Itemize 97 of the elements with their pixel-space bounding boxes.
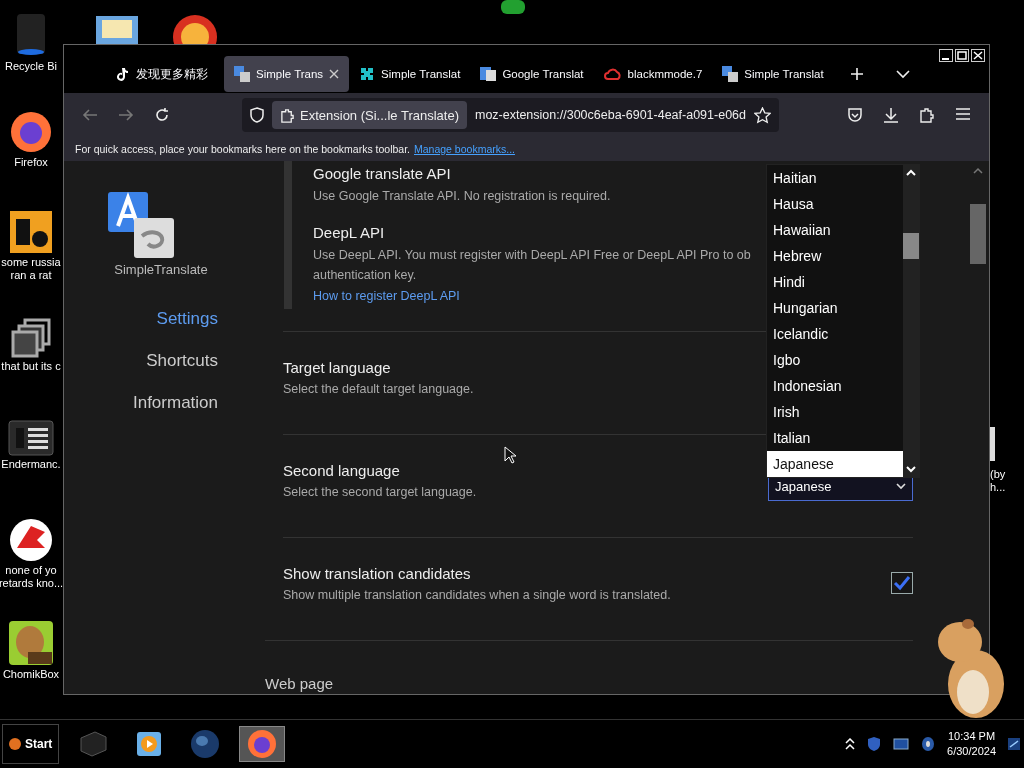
- forward-icon[interactable]: [118, 108, 134, 122]
- browser-tab[interactable]: Simple Translat: [349, 56, 471, 92]
- scroll-down-icon[interactable]: [906, 466, 916, 473]
- manage-bookmarks-link[interactable]: Manage bookmarks...: [414, 143, 515, 155]
- dropdown-option[interactable]: Igbo: [767, 347, 903, 373]
- scrollbar[interactable]: [903, 165, 919, 477]
- reload-icon[interactable]: [154, 107, 170, 123]
- maximize-icon[interactable]: [955, 49, 969, 62]
- browser-tab[interactable]: 发现更多精彩: [106, 56, 224, 92]
- download-icon[interactable]: [883, 107, 899, 123]
- browser-tab[interactable]: Simple Trans: [224, 56, 350, 92]
- option-title: Google translate API: [313, 165, 451, 182]
- nav-link[interactable]: Information: [132, 393, 218, 413]
- setting-description: Show multiple translation candidates when a single word is translated.: [283, 587, 671, 602]
- firefox-icon: [247, 729, 278, 759]
- icon-label: Endermanc.: [1, 458, 61, 471]
- firefox-icon[interactable]: [9, 110, 53, 154]
- clock-time: 10:34 PM: [948, 729, 996, 744]
- option-title: DeepL API: [313, 224, 385, 241]
- menu-icon[interactable]: [955, 107, 971, 121]
- dropdown-option[interactable]: Icelandic: [767, 321, 903, 347]
- play-icon: [135, 730, 164, 758]
- chevron-down-icon[interactable]: [895, 69, 910, 79]
- icon-label: (by h...: [990, 468, 1006, 494]
- setting-title: Second language: [283, 461, 401, 479]
- identity-button[interactable]: Extension (Si...le Translate): [272, 101, 467, 129]
- setting-description: Select the second target language.: [283, 484, 477, 499]
- mouse-cursor-icon: [504, 446, 516, 464]
- setting-description: Select the default target language.: [283, 381, 474, 396]
- translate-icon: [234, 66, 250, 82]
- taskbar-app[interactable]: [239, 726, 286, 762]
- nav-link[interactable]: Settings: [156, 309, 218, 329]
- address-bar[interactable]: Extension (Si...le Translate) moz-extension://300c6eba-6901-4eaf-a091-e06d: [242, 98, 779, 132]
- start-button[interactable]: Start: [2, 724, 60, 764]
- option-description: Use Google Translate API. No registration is required.: [313, 188, 611, 205]
- icon-label: Recycle Bi: [5, 60, 57, 73]
- dropdown-option[interactable]: Hebrew: [767, 243, 903, 269]
- setting-title: Target language: [283, 358, 392, 376]
- icon-label: that but its c: [1, 360, 61, 373]
- translate-icon: [480, 66, 497, 82]
- register-link[interactable]: How to register DeepL API: [313, 289, 460, 303]
- close-icon[interactable]: [971, 49, 985, 62]
- close-icon[interactable]: [329, 69, 340, 79]
- icon-label: ChomikBox: [2, 668, 60, 681]
- dropdown-option[interactable]: Japanese: [767, 451, 903, 477]
- mail-icon[interactable]: [94, 14, 140, 44]
- dropdown-option[interactable]: Indonesian: [767, 373, 903, 399]
- clock-date: 6/30/2024: [947, 744, 996, 759]
- dropdown-option[interactable]: Hausa: [767, 191, 903, 217]
- dropdown-option[interactable]: Italian: [767, 425, 903, 451]
- bookmarks-hint: For quick access, place your bookmarks here on the bookmarks toolbar.: [75, 143, 410, 155]
- dropdown-option[interactable]: Irish: [767, 399, 903, 425]
- puzzle-icon: [359, 66, 376, 82]
- cloud-icon: [603, 68, 622, 80]
- dropdown-option[interactable]: Hawaiian: [767, 217, 903, 243]
- dropdown-option[interactable]: Hindi: [767, 269, 903, 295]
- shield-icon[interactable]: [250, 107, 264, 123]
- icon-label: Firefox: [14, 156, 48, 169]
- orb-icon: [9, 738, 21, 750]
- url-text: moz-extension://300c6eba-6901-4eaf-a091-e06d: [474, 108, 746, 122]
- option-description: Use DeepL API. You must register with DeepL API Free or DeepL API Pro to ob authentication key.: [313, 247, 751, 284]
- scroll-thumb[interactable]: [970, 204, 986, 264]
- app-name: SimpleTranslate: [114, 262, 208, 277]
- disc-icon[interactable]: [921, 736, 936, 752]
- chevron-up-icon[interactable]: [845, 738, 856, 750]
- minimize-icon[interactable]: [939, 49, 953, 62]
- app-icon[interactable]: [9, 210, 53, 254]
- monitor-icon[interactable]: [893, 738, 910, 750]
- setting-title: Show translation candidates: [283, 564, 472, 582]
- cube-icon: [78, 730, 109, 758]
- browser-tab[interactable]: Google Translat: [470, 56, 594, 92]
- windows-stack-icon[interactable]: [11, 318, 51, 358]
- plus-icon[interactable]: [849, 67, 864, 81]
- scroll-thumb[interactable]: [903, 233, 919, 259]
- puzzle-icon: [280, 107, 295, 123]
- browser-tab[interactable]: blackmmode.7: [593, 56, 713, 92]
- dragon-icon[interactable]: [9, 518, 53, 562]
- dropdown-option[interactable]: Hungarian: [767, 295, 903, 321]
- back-icon[interactable]: [82, 108, 98, 122]
- icon-label: some russia ran a rat: [1, 256, 61, 282]
- browser-tab[interactable]: Simple Translat: [712, 56, 834, 92]
- note-icon: [116, 67, 130, 81]
- translate-logo-icon: [108, 192, 174, 258]
- star-icon[interactable]: [754, 106, 771, 124]
- caret-icon: [896, 482, 906, 490]
- show-desktop-icon[interactable]: [1008, 738, 1020, 750]
- extensions-icon[interactable]: [919, 107, 935, 123]
- list-window-icon[interactable]: [8, 420, 54, 456]
- icon-label: none of yo retards kno...: [0, 564, 64, 590]
- section-heading: Web page: [265, 640, 913, 692]
- dropdown-option[interactable]: Haitian: [767, 165, 903, 191]
- hamster-box-icon[interactable]: [8, 620, 54, 666]
- globe-icon: [190, 729, 221, 759]
- nav-link[interactable]: Shortcuts: [146, 351, 218, 371]
- checkbox[interactable]: [891, 572, 913, 594]
- translate-icon: [722, 66, 739, 82]
- pocket-icon[interactable]: [847, 107, 863, 123]
